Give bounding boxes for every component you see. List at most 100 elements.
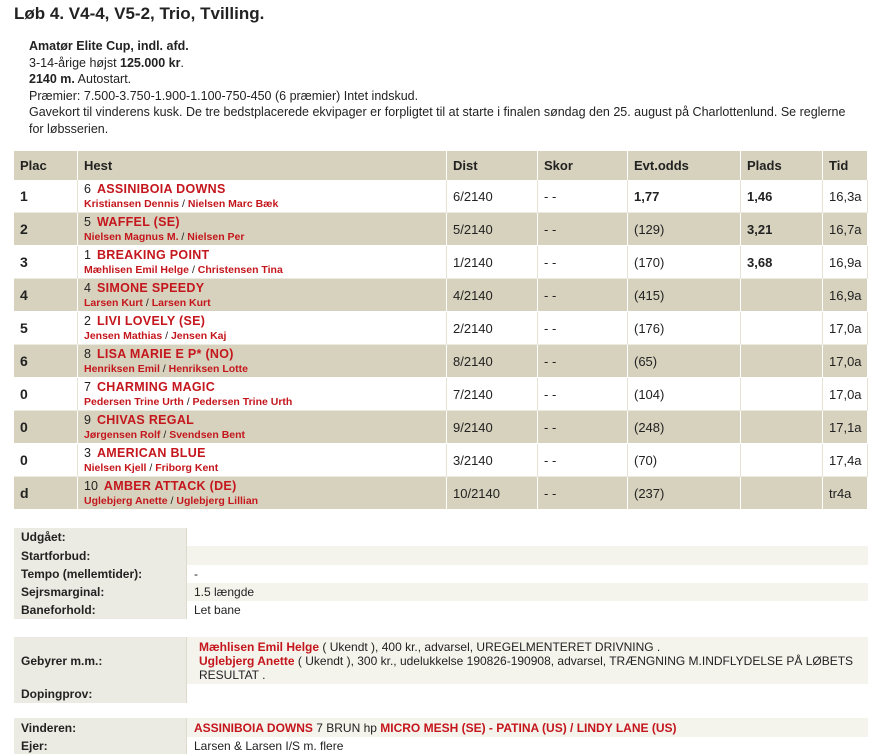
trainer-link[interactable]: Friborg Kent <box>155 462 218 474</box>
tempo-label: Tempo (mellemtider): <box>14 565 187 583</box>
horse-number: 8 <box>84 346 91 361</box>
row-dist: 1/2140 <box>446 245 538 279</box>
driver-link[interactable]: Nielsen Kjell <box>84 462 146 474</box>
horse-name-link[interactable]: AMERICAN BLUE <box>97 446 206 460</box>
table-row: 0 3 AMERICAN BLUE Nielsen Kjell / Friborg K… <box>14 443 868 477</box>
sejrsmarginal-label: Sejrsmarginal: <box>14 583 187 601</box>
header-odds[interactable]: Evt.odds <box>627 151 741 180</box>
fee-driver-link[interactable]: Mæhlisen Emil Helge <box>199 640 319 654</box>
row-hest: 8 LISA MARIE E P* (NO) Henriksen Emil / He… <box>77 344 447 378</box>
row-plads <box>740 377 823 411</box>
row-plads <box>740 344 823 378</box>
table-row: 4 4 SIMONE SPEEDY Larsen Kurt / Larsen Kurt… <box>14 278 868 312</box>
row-skor: - - <box>537 476 628 510</box>
udgaaet-value <box>186 528 868 546</box>
fee-text: ( Ukendt ), 300 kr., udelukkelse 190826-… <box>199 653 854 682</box>
header-plads[interactable]: Plads <box>740 151 823 180</box>
header-skor[interactable]: Skor <box>537 151 628 180</box>
doping-value <box>186 684 868 703</box>
row-dist: 5/2140 <box>446 212 538 246</box>
baneforhold-label: Baneforhold: <box>14 601 187 619</box>
driver-trainer-line: Jørgensen Rolf / Svendsen Bent <box>84 428 446 442</box>
row-dist: 10/2140 <box>446 476 538 510</box>
tempo-value: - <box>186 565 868 583</box>
horse-name-link[interactable]: LISA MARIE E P* (NO) <box>97 347 234 361</box>
driver-link[interactable]: Jensen Mathias <box>84 330 162 342</box>
horse-number: 9 <box>84 412 91 427</box>
trainer-link[interactable]: Uglebjerg Lillian <box>176 495 258 507</box>
winner-pedigree-link[interactable]: MICRO MESH (SE) - PATINA (US) / LINDY LA… <box>380 721 676 735</box>
horse-number: 7 <box>84 379 91 394</box>
trainer-link[interactable]: Christensen Tina <box>198 264 283 276</box>
winner-section: Vinderen: ASSINIBOIA DOWNS 7 BRUN hp MIC… <box>14 718 868 754</box>
horse-line: 10 AMBER ATTACK (DE) <box>84 479 446 494</box>
row-tid: 17,1a <box>822 410 868 444</box>
row-dist: 6/2140 <box>446 180 538 213</box>
race-start-type: Autostart. <box>74 72 132 87</box>
row-skor: - - <box>537 443 628 477</box>
fees-section: Gebyrer m.m.: Mæhlisen Emil Helge ( Uken… <box>14 637 868 703</box>
row-hest: 4 SIMONE SPEEDY Larsen Kurt / Larsen Kurt <box>77 278 447 312</box>
row-odds: (104) <box>627 377 741 411</box>
driver-trainer-line: Henriksen Emil / Henriksen Lotte <box>84 362 446 376</box>
winner-row: Vinderen: ASSINIBOIA DOWNS 7 BRUN hp MIC… <box>14 718 868 737</box>
row-tid: 16,9a <box>822 278 868 312</box>
row-tid: 16,7a <box>822 212 868 246</box>
fee-driver-link[interactable]: Uglebjerg Anette <box>199 654 295 668</box>
horse-name-link[interactable]: BREAKING POINT <box>97 248 210 262</box>
horse-number: 1 <box>84 247 91 262</box>
trainer-link[interactable]: Nielsen Per <box>187 231 244 243</box>
driver-link[interactable]: Larsen Kurt <box>84 297 143 309</box>
driver-link[interactable]: Jørgensen Rolf <box>84 429 160 441</box>
owner-value: Larsen & Larsen I/S m. flere <box>186 737 868 754</box>
horse-name-link[interactable]: WAFFEL (SE) <box>97 215 180 229</box>
race-notes: Gavekort til vinderens kusk. De tre beds… <box>29 105 846 136</box>
driver-link[interactable]: Pedersen Trine Urth <box>84 396 184 408</box>
driver-link[interactable]: Kristiansen Dennis <box>84 198 179 210</box>
horse-number: 10 <box>84 478 98 493</box>
winner-value: ASSINIBOIA DOWNS 7 BRUN hp MICRO MESH (S… <box>186 718 868 737</box>
trainer-link[interactable]: Larsen Kurt <box>152 297 211 309</box>
results-body: 1 6 ASSINIBOIA DOWNS Kristiansen Dennis / N… <box>14 180 868 510</box>
horse-name-link[interactable]: CHIVAS REGAL <box>97 413 194 427</box>
horse-name-link[interactable]: SIMONE SPEEDY <box>97 281 204 295</box>
trainer-link[interactable]: Svendsen Bent <box>169 429 245 441</box>
trainer-link[interactable]: Pedersen Trine Urth <box>193 396 293 408</box>
race-max-earnings-suffix: . <box>180 55 184 70</box>
row-plads <box>740 311 823 345</box>
detail-row: Udgået: <box>14 528 868 546</box>
horse-name-link[interactable]: AMBER ATTACK (DE) <box>104 479 237 493</box>
row-dist: 7/2140 <box>446 377 538 411</box>
row-plac: 6 <box>14 344 78 378</box>
trainer-link[interactable]: Jensen Kaj <box>171 330 226 342</box>
driver-link[interactable]: Uglebjerg Anette <box>84 495 168 507</box>
horse-name-link[interactable]: CHARMING MAGIC <box>97 380 215 394</box>
horse-line: 7 CHARMING MAGIC <box>84 380 446 395</box>
row-skor: - - <box>537 311 628 345</box>
row-plac: 0 <box>14 443 78 477</box>
driver-trainer-line: Nielsen Magnus M. / Nielsen Per <box>84 230 446 244</box>
driver-trainer-line: Jensen Mathias / Jensen Kaj <box>84 329 446 343</box>
trainer-link[interactable]: Henriksen Lotte <box>169 363 248 375</box>
horse-name-link[interactable]: ASSINIBOIA DOWNS <box>97 182 226 196</box>
header-tid[interactable]: Tid <box>822 151 868 180</box>
row-plac: 2 <box>14 212 78 246</box>
header-hest[interactable]: Hest <box>77 151 447 180</box>
driver-link[interactable]: Nielsen Magnus M. <box>84 231 179 243</box>
horse-number: 5 <box>84 214 91 229</box>
driver-trainer-line: Pedersen Trine Urth / Pedersen Trine Urt… <box>84 395 446 409</box>
table-row: 2 5 WAFFEL (SE) Nielsen Magnus M. / Nielsen… <box>14 212 868 246</box>
detail-row: Baneforhold: Let bane <box>14 601 868 619</box>
trainer-link[interactable]: Nielsen Marc Bæk <box>188 198 278 210</box>
driver-link[interactable]: Mæhlisen Emil Helge <box>84 264 189 276</box>
race-info: Amatør Elite Cup, indl. afd. 3-14-årige … <box>29 38 849 138</box>
driver-link[interactable]: Henriksen Emil <box>84 363 160 375</box>
row-skor: - - <box>537 344 628 378</box>
header-plac[interactable]: Plac <box>14 151 78 180</box>
header-dist[interactable]: Dist <box>446 151 538 180</box>
horse-name-link[interactable]: LIVI LOVELY (SE) <box>97 314 205 328</box>
winner-horse-link[interactable]: ASSINIBOIA DOWNS <box>194 721 313 735</box>
row-plac: 0 <box>14 377 78 411</box>
row-plads <box>740 443 823 477</box>
row-odds: (415) <box>627 278 741 312</box>
